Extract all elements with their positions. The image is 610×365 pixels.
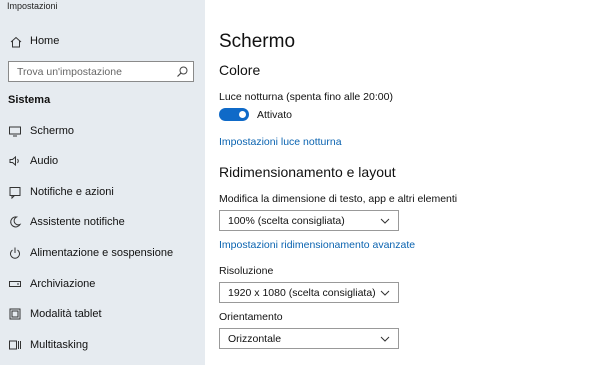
storage-icon — [8, 277, 22, 291]
size-dropdown[interactable]: 100% (scelta consigliata) — [219, 210, 399, 231]
scale-heading: Ridimensionamento e layout — [219, 164, 396, 180]
speaker-icon — [8, 154, 22, 168]
orientation-dropdown-value: Orizzontale — [228, 333, 282, 345]
search-icon[interactable] — [176, 65, 189, 78]
sidebar-item-label: Schermo — [30, 125, 75, 137]
power-icon — [8, 246, 22, 260]
page-title: Schermo — [219, 31, 296, 52]
sidebar-item-archiviazione[interactable]: Archiviazione — [0, 270, 205, 298]
sidebar-item-label: Notifiche e azioni — [30, 186, 114, 198]
multitasking-icon — [8, 338, 22, 352]
size-label: Modifica la dimensione di testo, app e a… — [219, 193, 458, 205]
sidebar-item-label: Assistente notifiche — [30, 216, 125, 228]
sidebar: Impostazioni Home Trova un'impostazione … — [0, 0, 205, 365]
chevron-down-icon — [380, 216, 390, 226]
night-light-settings-link[interactable]: Impostazioni luce notturna — [219, 136, 342, 148]
section-label: Sistema — [8, 94, 51, 106]
orientation-label: Orientamento — [219, 311, 283, 323]
moon-icon — [8, 215, 22, 229]
tablet-icon — [8, 307, 22, 321]
sidebar-item-multitasking[interactable]: Multitasking — [0, 331, 205, 359]
notification-icon — [8, 185, 22, 199]
advanced-scaling-link[interactable]: Impostazioni ridimensionamento avanzate — [219, 239, 415, 251]
sidebar-item-label: Home — [30, 35, 60, 47]
search-placeholder: Trova un'impostazione — [17, 66, 122, 78]
sidebar-item-tablet[interactable]: Modalità tablet — [0, 300, 205, 328]
main-content: Schermo Colore Luce notturna (spenta fin… — [205, 0, 610, 365]
search-input[interactable]: Trova un'impostazione — [8, 61, 194, 82]
chevron-down-icon — [380, 288, 390, 298]
window-title: Impostazioni — [7, 1, 58, 11]
sidebar-item-label: Alimentazione e sospensione — [30, 247, 174, 259]
sidebar-item-home[interactable]: Home — [0, 30, 205, 54]
sidebar-item-label: Modalità tablet — [30, 308, 102, 320]
sidebar-item-schermo[interactable]: Schermo — [0, 117, 205, 145]
sidebar-item-audio[interactable]: Audio — [0, 147, 205, 175]
size-dropdown-value: 100% (scelta consigliata) — [228, 215, 345, 227]
home-icon — [9, 35, 23, 49]
sidebar-item-label: Multitasking — [30, 339, 89, 351]
color-heading: Colore — [219, 62, 261, 78]
sidebar-item-label: Archiviazione — [30, 278, 96, 290]
toggle-knob — [239, 111, 246, 118]
sidebar-item-label: Audio — [30, 155, 59, 167]
night-light-toggle[interactable] — [219, 108, 249, 121]
orientation-dropdown[interactable]: Orizzontale — [219, 328, 399, 349]
resolution-dropdown[interactable]: 1920 x 1080 (scelta consigliata) — [219, 282, 399, 303]
monitor-icon — [8, 124, 22, 138]
resolution-dropdown-value: 1920 x 1080 (scelta consigliata) — [228, 287, 376, 299]
sidebar-item-alimentazione[interactable]: Alimentazione e sospensione — [0, 239, 205, 267]
night-light-label: Luce notturna (spenta fino alle 20:00) — [219, 91, 393, 103]
chevron-down-icon — [380, 334, 390, 344]
sidebar-item-notifiche[interactable]: Notifiche e azioni — [0, 178, 205, 206]
resolution-label: Risoluzione — [219, 265, 274, 277]
toggle-state-label: Attivato — [257, 109, 293, 121]
sidebar-item-assistente[interactable]: Assistente notifiche — [0, 208, 205, 236]
